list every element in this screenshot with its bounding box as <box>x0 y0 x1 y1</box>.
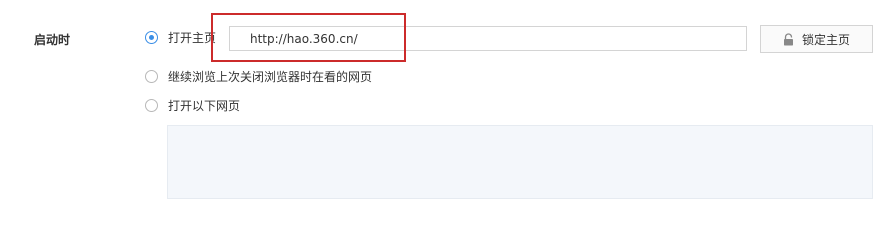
startup-pages-list[interactable] <box>167 125 873 199</box>
radio-continue-session[interactable] <box>145 69 158 83</box>
lock-icon <box>783 32 793 45</box>
option-open-homepage[interactable]: 打开主页 <box>145 28 216 46</box>
option-open-homepage-label: 打开主页 <box>168 30 217 45</box>
option-continue-session[interactable]: 继续浏览上次关闭浏览器时在看的网页 <box>145 67 372 85</box>
option-open-pages-label: 打开以下网页 <box>168 98 241 113</box>
radio-open-homepage[interactable] <box>145 30 158 44</box>
lock-homepage-button[interactable]: 锁定主页 <box>760 25 873 53</box>
homepage-url-input[interactable] <box>229 26 747 51</box>
option-open-pages[interactable]: 打开以下网页 <box>145 96 240 114</box>
radio-open-pages[interactable] <box>145 98 158 112</box>
option-continue-session-label: 继续浏览上次关闭浏览器时在看的网页 <box>168 69 373 84</box>
startup-label: 启动时 <box>34 33 71 47</box>
lock-homepage-button-label: 锁定主页 <box>801 32 850 47</box>
